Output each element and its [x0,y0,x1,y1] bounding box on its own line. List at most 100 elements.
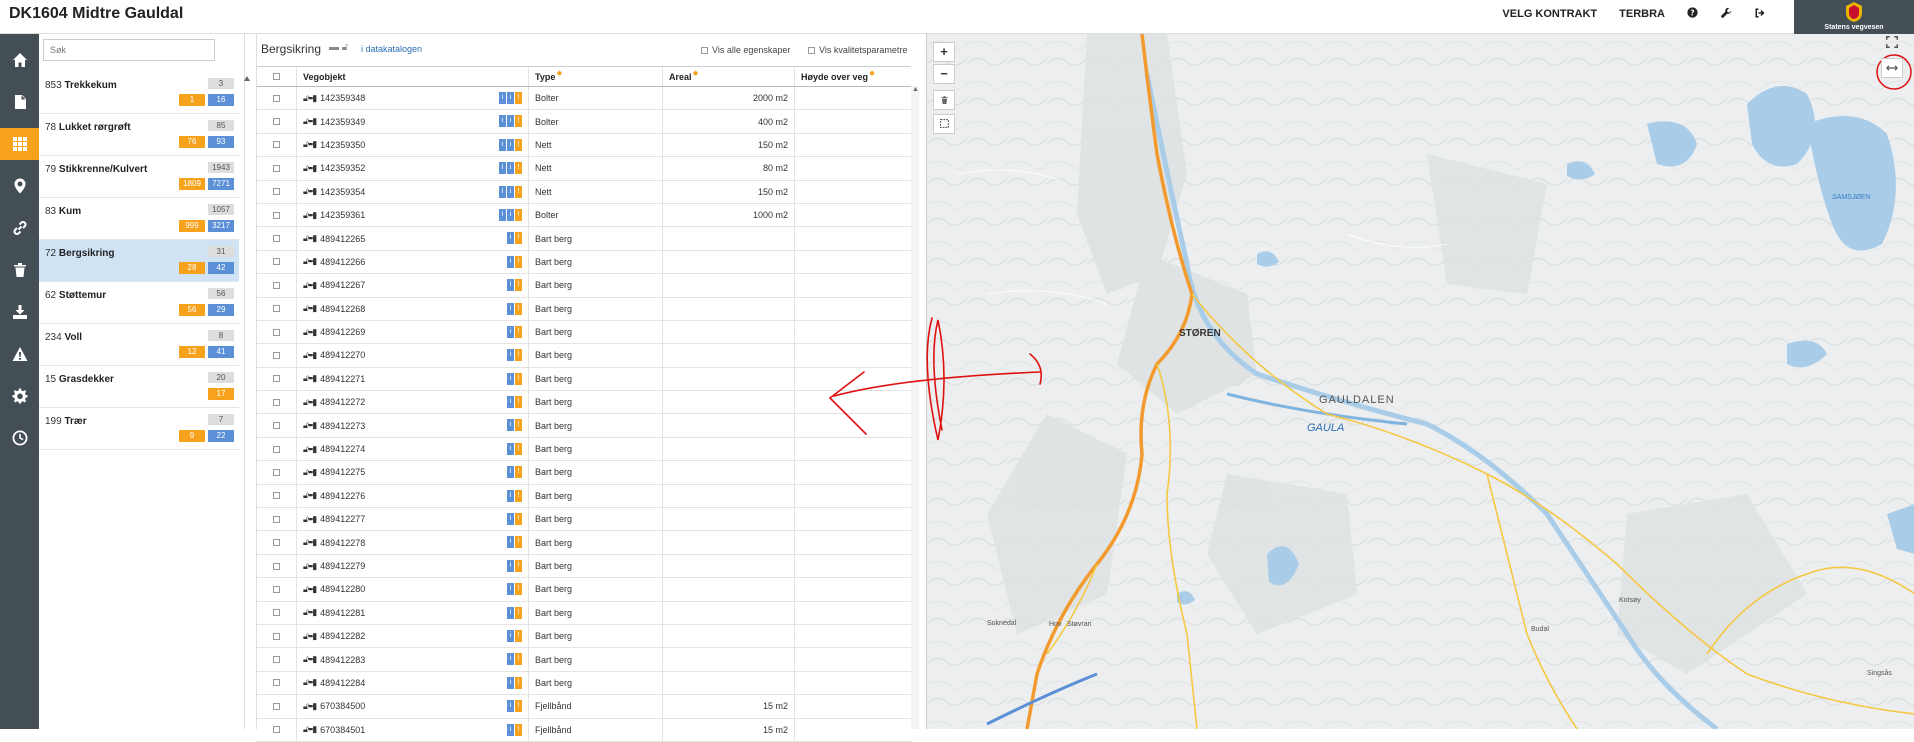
row-hoyde[interactable] [795,508,911,530]
row-action-icons[interactable]: 🔓︎▪▪▮ [303,397,317,408]
row-action-icons[interactable]: 🔓︎▪▪▮ [303,467,317,478]
row-hoyde[interactable] [795,531,911,553]
table-row[interactable]: 🔓︎▪▪▮ 489412280 i! Bart berg [257,578,911,602]
row-action-icons[interactable]: 🔓︎▪▪▮ [303,584,317,595]
column-vegobjekt[interactable]: Vegobjekt [297,67,529,86]
row-action-icons[interactable]: 🔓︎▪▪▮ [303,514,317,525]
row-object-id[interactable]: 489412282 [320,631,365,641]
nav-documents[interactable] [0,86,39,118]
table-row[interactable]: 🔓︎▪▪▮ 489412268 i! Bart berg [257,297,911,321]
row-action-icons[interactable]: 🔓︎▪▪▮ [303,444,317,455]
row-areal[interactable]: 1000 m2 [663,203,795,227]
row-type[interactable]: Nett [529,133,663,157]
row-action-icons[interactable]: 🔓︎▪▪▮ [303,537,317,548]
row-object-id[interactable]: 142359349 [320,117,365,127]
row-hoyde[interactable] [795,555,911,577]
row-areal[interactable] [663,344,795,367]
row-hoyde[interactable] [795,110,911,132]
unlock-icon[interactable]: 🔓︎ [342,42,348,53]
row-object-id[interactable]: 670384500 [320,701,365,711]
row-hoyde[interactable] [795,298,911,320]
row-type[interactable]: Nett [529,180,663,203]
catalog-item[interactable]: 853 Trekkekum 3 1 16 [39,72,239,114]
row-action-icons[interactable]: 🔓︎▪▪▮ [303,373,317,384]
row-checkbox[interactable] [257,461,297,484]
table-row[interactable]: 🔓︎▪▪▮ 489412270 i! Bart berg [257,344,911,368]
row-checkbox[interactable] [257,320,297,344]
row-object-id[interactable]: 489412284 [320,678,365,688]
row-action-icons[interactable]: 🔓︎▪▪▮ [303,607,317,618]
row-areal[interactable] [663,554,795,578]
nav-catalog[interactable] [0,128,39,160]
row-hoyde[interactable] [795,625,911,647]
row-type[interactable]: Bart berg [529,671,663,695]
show-quality-checkbox[interactable] [808,46,815,54]
row-checkbox[interactable] [257,110,297,133]
row-object-id[interactable]: 489412270 [320,350,365,360]
catalog-item[interactable]: 83 Kum 1057 999 3217 [39,198,239,240]
row-checkbox[interactable] [257,180,297,203]
table-row[interactable]: 🔓︎▪▪▮ 489412266 i! Bart berg [257,250,911,275]
table-row[interactable]: 🔓︎▪▪▮ 489412265 i! Bart berg [257,227,911,251]
row-checkbox[interactable] [257,601,297,624]
row-action-icons[interactable]: 🔓︎▪▪▮ [303,654,317,665]
row-hoyde[interactable] [795,648,911,670]
table-row[interactable]: 🔓︎▪▪▮ 489412275 i! Bart berg [257,461,911,485]
row-hoyde[interactable] [795,578,911,600]
row-action-icons[interactable]: 🔓︎▪▪▮ [303,701,317,712]
row-type[interactable]: Bolter [529,110,663,133]
row-type[interactable]: Bolter [529,87,663,110]
row-type[interactable]: Bart berg [529,437,663,461]
row-object-id[interactable]: 489412269 [320,327,365,337]
wrench-icon[interactable] [1720,7,1732,22]
row-type[interactable]: Bart berg [529,624,663,648]
row-object-id[interactable]: 489412274 [320,444,365,454]
row-object-id[interactable]: 142359361 [320,210,365,220]
header-select-all[interactable] [257,67,297,86]
catalog-item[interactable]: 62 Støttemur 56 56 29 [39,282,239,324]
row-type[interactable]: Bart berg [529,531,663,554]
row-areal[interactable] [663,648,795,671]
row-areal[interactable]: 15 m2 [663,695,795,718]
catalog-item[interactable]: 15 Grasdekker 20 17 [39,366,239,408]
row-hoyde[interactable] [795,134,911,156]
row-hoyde[interactable] [795,227,911,249]
row-areal[interactable] [663,320,795,344]
row-type[interactable]: Bart berg [529,648,663,671]
nav-links[interactable] [0,212,39,244]
table-row[interactable]: 🔓︎▪▪▮ 489412274 i! Bart berg [257,437,911,462]
table-row[interactable]: 🔓︎▪▪▮ 489412282 i! Bart berg [257,624,911,649]
row-object-id[interactable]: 142359348 [320,93,365,103]
row-checkbox[interactable] [257,344,297,367]
row-type[interactable]: Nett [529,157,663,180]
row-action-icons[interactable]: 🔓︎▪▪▮ [303,116,317,127]
row-hoyde[interactable] [795,181,911,203]
row-type[interactable]: Bart berg [529,297,663,320]
catalog-item[interactable]: 79 Stikkrenne/Kulvert 1943 1809 7271 [39,156,239,198]
row-checkbox[interactable] [257,508,297,531]
row-type[interactable]: Bart berg [529,250,663,274]
row-object-id[interactable]: 489412275 [320,467,365,477]
row-object-id[interactable]: 489412268 [320,304,365,314]
row-hoyde[interactable] [795,251,911,273]
row-checkbox[interactable] [257,484,297,508]
row-action-icons[interactable]: 🔓︎▪▪▮ [303,93,317,104]
catalog-item[interactable]: 234 Voll 8 12 41 [39,324,239,366]
row-type[interactable]: Bart berg [529,344,663,367]
row-checkbox[interactable] [257,648,297,671]
table-row[interactable]: 🔓︎▪▪▮ 489412267 i! Bart berg [257,274,911,298]
row-object-id[interactable]: 142359354 [320,187,365,197]
row-checkbox[interactable] [257,531,297,554]
row-checkbox[interactable] [257,274,297,297]
row-checkbox[interactable] [257,157,297,180]
row-areal[interactable] [663,250,795,274]
row-areal[interactable] [663,437,795,461]
row-action-icons[interactable]: 🔓︎▪▪▮ [303,561,317,572]
column-type[interactable]: Type ● [529,67,663,86]
row-action-icons[interactable]: 🔓︎▪▪▮ [303,677,317,688]
row-object-id[interactable]: 142359350 [320,140,365,150]
row-hoyde[interactable] [795,204,911,226]
row-object-id[interactable]: 489412271 [320,374,365,384]
row-areal[interactable]: 150 m2 [663,180,795,203]
row-type[interactable]: Bart berg [529,554,663,578]
